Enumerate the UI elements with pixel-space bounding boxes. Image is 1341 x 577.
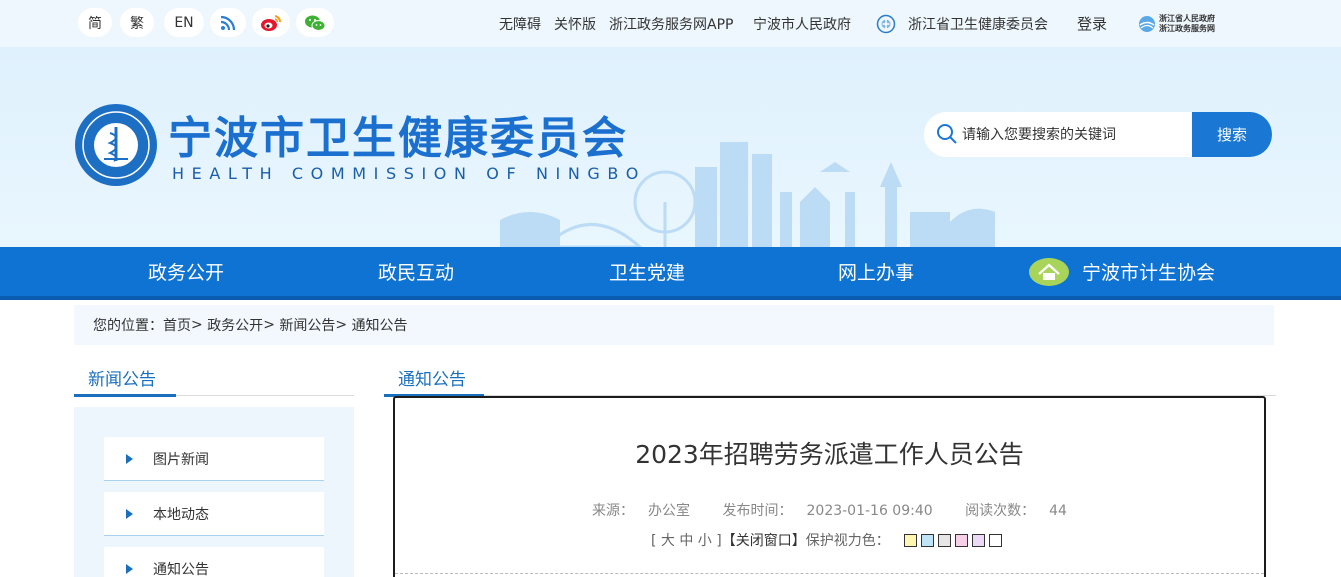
badge-line1: 浙江省人民政府	[1159, 13, 1215, 23]
nav-item-label: 卫生党建	[609, 262, 686, 284]
site-title-english: HEALTH COMMISSION OF NINGBO	[172, 164, 646, 183]
close-window-link[interactable]: 【关闭窗口】	[722, 530, 806, 550]
zj-app-link[interactable]: 浙江政务服务网APP	[609, 0, 733, 47]
sidebar-item-label: 图片新闻	[153, 451, 209, 468]
lang-simplified-label: 简	[88, 15, 102, 32]
source-label: 来源：	[592, 503, 635, 519]
nav-item-online-services[interactable]: 网上办事	[838, 247, 914, 296]
article-source: 来源： 办公室	[585, 503, 697, 519]
weibo-icon	[261, 14, 282, 31]
nav-item-label: 政民互动	[378, 262, 455, 284]
badge-line2: 浙江政务服务网	[1159, 23, 1215, 33]
search-input[interactable]	[962, 112, 1192, 157]
nav-item-label: 政务公开	[148, 262, 225, 284]
main-nav: 政务公开 政民互动 卫生党建 网上办事 宁波市计生协会	[0, 247, 1341, 300]
weibo-button[interactable]	[252, 8, 290, 37]
eye-color-yellow-swatch[interactable]	[903, 533, 917, 547]
zj-health-link[interactable]: 浙江省卫生健康委员会	[876, 0, 1048, 47]
sidebar-item-local-news[interactable]: 本地动态	[104, 492, 324, 536]
lang-english-button[interactable]: EN	[164, 8, 204, 37]
publish-label: 发布时间：	[722, 503, 793, 519]
wechat-button[interactable]	[296, 8, 334, 37]
breadcrumb-news-link[interactable]: 新闻公告	[279, 315, 335, 335]
article-meta: 来源： 办公室 发布时间： 2023-01-16 09:40 阅读次数： 44	[395, 500, 1264, 520]
search-icon	[937, 124, 957, 144]
sidebar-item-label: 本地动态	[153, 506, 209, 523]
eye-color-blue-swatch[interactable]	[920, 533, 934, 547]
article-tools: [ 大 中 小 ] 【关闭窗口】 保护视力色：	[651, 531, 1002, 549]
accessibility-label: 无障碍	[499, 16, 541, 33]
lang-english-label: EN	[174, 14, 194, 31]
wechat-icon	[305, 15, 326, 31]
login-link[interactable]: 登录	[1077, 0, 1107, 47]
article-views: 阅读次数： 44	[958, 503, 1074, 519]
nav-item-label: 网上办事	[838, 262, 915, 284]
article-title: 2023年招聘劳务派遣工作人员公告	[635, 440, 1024, 469]
sidebar-title-underline	[74, 394, 176, 397]
caret-right-icon	[126, 563, 133, 574]
ningbo-gov-link[interactable]: 宁波市人民政府	[753, 0, 851, 47]
breadcrumb: 您的位置： 首页 > 政务公开 > 新闻公告 > 通知公告	[74, 305, 1274, 345]
nav-item-interaction[interactable]: 政民互动	[378, 247, 454, 296]
elder-mode-label: 关怀版	[554, 16, 596, 33]
views-value: 44	[1049, 503, 1067, 519]
eye-color-pink-swatch[interactable]	[954, 533, 968, 547]
article-divider	[395, 573, 1264, 574]
zj-gov-service-badge[interactable]: 浙江省人民政府 浙江政务服务网	[1138, 0, 1215, 47]
caret-right-icon	[126, 508, 133, 519]
section-title: 通知公告	[398, 370, 466, 390]
zj-health-label: 浙江省卫生健康委员会	[908, 16, 1048, 33]
top-bar: 简 繁 EN 无障碍 关怀版 浙江政务服务网APP 宁波市人民政府 浙江省卫生健…	[0, 0, 1341, 47]
family-planning-logo-icon	[1029, 257, 1069, 286]
nav-item-gov-affairs[interactable]: 政务公开	[148, 247, 224, 296]
nav-item-label: 宁波市计生协会	[1082, 262, 1216, 284]
caret-right-icon	[126, 453, 133, 464]
eye-color-label: 保护视力色：	[805, 533, 890, 549]
publish-time-value: 2023-01-16 09:40	[806, 503, 933, 519]
site-header: 宁波市卫生健康委员会 HEALTH COMMISSION OF NINGBO 搜…	[0, 47, 1341, 247]
rss-button[interactable]	[210, 8, 246, 37]
sidebar-title: 新闻公告	[88, 370, 156, 390]
site-title: 宁波市卫生健康委员会	[168, 113, 628, 164]
eye-color-purple-swatch[interactable]	[971, 533, 985, 547]
breadcrumb-label: 您的位置：	[93, 318, 163, 334]
zj-health-emblem-icon	[876, 14, 896, 33]
breadcrumb-separator: >	[335, 317, 348, 333]
nav-item-family-planning[interactable]: 宁波市计生协会	[1028, 247, 1215, 296]
breadcrumb-home-link[interactable]: 首页	[163, 315, 191, 335]
article-panel: 2023年招聘劳务派遣工作人员公告 来源： 办公室 发布时间： 2023-01-16…	[393, 396, 1266, 577]
login-label: 登录	[1077, 15, 1108, 33]
font-size-control[interactable]: [ 大 中 小 ]	[651, 530, 722, 550]
breadcrumb-separator: >	[191, 317, 203, 333]
search-button[interactable]: 搜索	[1192, 112, 1272, 157]
lang-simplified-button[interactable]: 简	[78, 8, 112, 37]
breadcrumb-gov-affairs-link[interactable]: 政务公开	[207, 315, 263, 335]
sidebar-item-label: 通知公告	[153, 561, 209, 577]
accessibility-link[interactable]: 无障碍	[499, 0, 541, 47]
breadcrumb-separator: >	[263, 317, 275, 333]
eye-color-gray-swatch[interactable]	[937, 533, 951, 547]
nav-item-party-building[interactable]: 卫生党建	[609, 247, 685, 296]
lang-traditional-label: 繁	[130, 15, 144, 32]
eye-color-white-swatch[interactable]	[988, 533, 1002, 547]
breadcrumb-notices-link[interactable]: 通知公告	[352, 315, 408, 335]
article-publish-time: 发布时间： 2023-01-16 09:40	[716, 503, 940, 519]
ningbo-gov-label: 宁波市人民政府	[753, 16, 851, 33]
search-box: 搜索	[924, 112, 1272, 157]
zj-gov-logo-icon	[1139, 15, 1155, 32]
lang-traditional-button[interactable]: 繁	[120, 8, 154, 37]
source-value: 办公室	[648, 503, 691, 519]
sidebar-item-notices[interactable]: 通知公告	[104, 547, 324, 577]
search-button-label: 搜索	[1216, 126, 1247, 144]
elder-mode-link[interactable]: 关怀版	[554, 0, 596, 47]
sidebar-item-photo-news[interactable]: 图片新闻	[104, 437, 324, 481]
zj-app-label: 浙江政务服务网APP	[609, 16, 734, 33]
rss-icon	[220, 15, 236, 30]
views-label: 阅读次数：	[965, 503, 1036, 519]
health-commission-emblem-icon	[75, 104, 157, 186]
